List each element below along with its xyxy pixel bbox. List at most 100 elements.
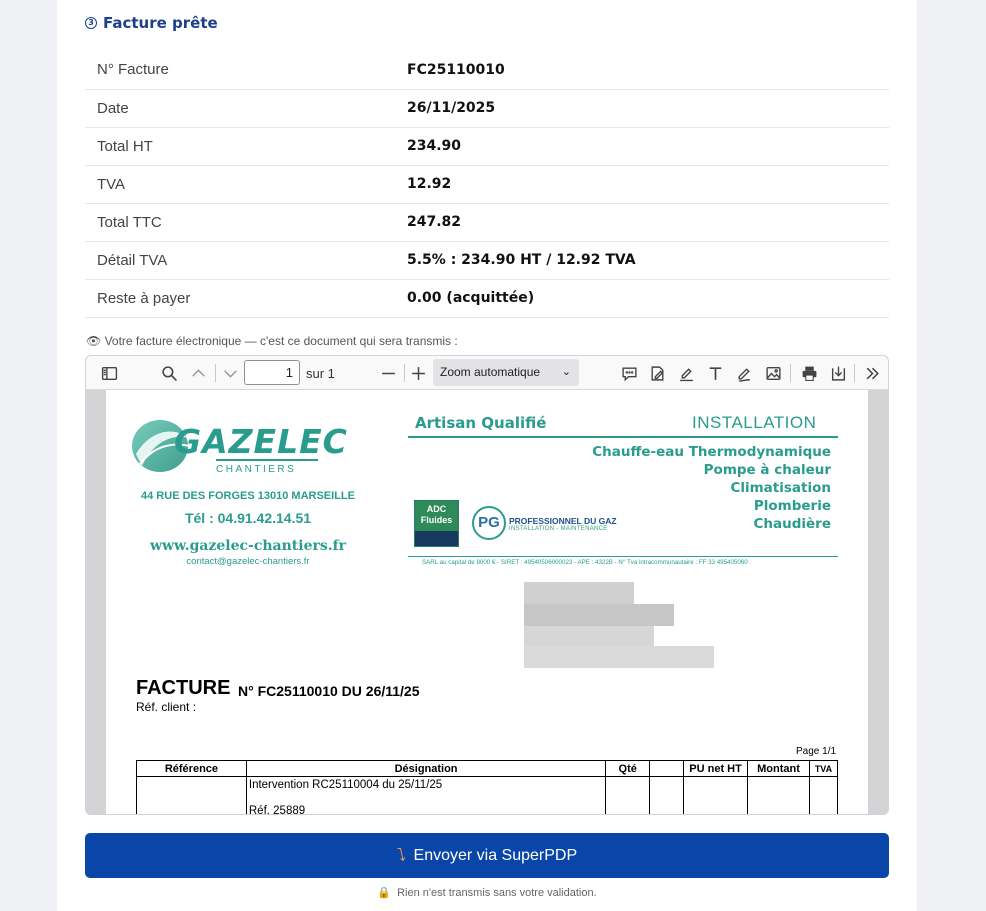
service-item: Plomberie bbox=[753, 498, 831, 514]
search-icon[interactable] bbox=[158, 361, 180, 385]
invoice-title: FACTURE bbox=[136, 677, 231, 699]
row-value: FC25110010 bbox=[407, 51, 889, 90]
toolbar-divider bbox=[404, 364, 405, 382]
sign-icon[interactable] bbox=[645, 361, 669, 385]
text-tool-icon[interactable] bbox=[703, 361, 727, 385]
row-label: Total HT bbox=[85, 127, 407, 166]
notice-text: Rien n'est transmis sans votre validatio… bbox=[397, 887, 597, 899]
table-row: TVA 12.92 bbox=[85, 165, 889, 204]
company-email: contact@gazelec-chantiers.fr bbox=[186, 556, 310, 567]
legal-mentions: SARL au capital de 8000 € - SIRET : 4954… bbox=[422, 559, 748, 566]
installation-label: INSTALLATION bbox=[692, 413, 817, 432]
redacted-block bbox=[524, 582, 634, 604]
pdf-page: GAZELEC CHANTIERS 44 RUE DES FORGES 1301… bbox=[106, 390, 868, 815]
table-row: N° Facture FC25110010 bbox=[85, 51, 889, 90]
adc-fluides-logo: ADC Fluides bbox=[414, 500, 459, 547]
table-cell: Intervention RC25110004 du 25/11/25 Réf.… bbox=[245, 776, 607, 815]
line-reference: Réf. 25889 bbox=[248, 805, 306, 815]
validation-notice: 🔒 Rien n'est transmis sans votre validat… bbox=[0, 886, 974, 899]
professionnel-du-gaz-logo-icon: PG bbox=[472, 506, 506, 540]
row-value: 234.90 bbox=[407, 127, 889, 166]
row-label: TVA bbox=[85, 165, 407, 204]
table-cell bbox=[683, 776, 749, 814]
draw-icon[interactable] bbox=[732, 361, 756, 385]
step-badge: 3 bbox=[85, 17, 97, 29]
pg-label: PROFESSIONNEL DU GAZ bbox=[509, 516, 617, 526]
row-label: Date bbox=[85, 89, 407, 128]
company-phone: Tél : 04.91.42.14.51 bbox=[184, 510, 312, 526]
table-row: Intervention RC25110004 du 25/11/25 Réf.… bbox=[136, 776, 839, 815]
column-header: PU net HT bbox=[683, 760, 749, 777]
highlight-icon[interactable] bbox=[674, 361, 698, 385]
chevron-down-icon: ⌄ bbox=[561, 366, 571, 378]
table-cell bbox=[649, 776, 685, 814]
preview-label: 👁 Votre facture électronique — c'est ce … bbox=[86, 334, 458, 348]
page-number-input[interactable]: 1 bbox=[244, 360, 300, 385]
column-header: TVA bbox=[808, 760, 839, 777]
table-row: Total HT 234.90 bbox=[85, 127, 889, 166]
legal-divider bbox=[408, 556, 838, 557]
toolbar-divider bbox=[854, 364, 855, 382]
send-superpdp-button[interactable]: ⭝ Envoyer via SuperPDP bbox=[85, 833, 889, 878]
client-reference: Réf. client : bbox=[136, 700, 197, 714]
service-item: Pompe à chaleur bbox=[703, 462, 831, 478]
pdf-viewer: 1 sur 1 Zoom automatique ⌄ GAZELEC CHANT… bbox=[85, 355, 889, 815]
lightning-icon: ⭝ bbox=[396, 845, 406, 865]
previous-page-icon[interactable] bbox=[187, 361, 209, 385]
section-title-text: Facture prête bbox=[103, 14, 218, 32]
comment-icon[interactable] bbox=[617, 361, 641, 385]
column-header: Montant bbox=[747, 760, 810, 777]
print-icon[interactable] bbox=[797, 361, 821, 385]
column-header: Référence bbox=[136, 760, 247, 777]
qualification-badge-icon bbox=[415, 531, 458, 546]
zoom-select[interactable]: Zoom automatique ⌄ bbox=[433, 359, 579, 386]
invoice-number-line: N° FC25110010 DU 26/11/25 bbox=[238, 683, 420, 699]
zoom-select-value: Zoom automatique bbox=[440, 365, 541, 379]
row-value: 247.82 bbox=[407, 203, 889, 242]
image-icon[interactable] bbox=[761, 361, 785, 385]
row-label: N° Facture bbox=[85, 51, 407, 90]
header-divider bbox=[408, 436, 838, 438]
redacted-block bbox=[524, 604, 674, 626]
table-row: Détail TVA 5.5% : 234.90 HT / 12.92 TVA bbox=[85, 241, 889, 280]
zoom-in-icon[interactable] bbox=[407, 361, 429, 385]
pdf-toolbar: 1 sur 1 Zoom automatique ⌄ bbox=[86, 356, 888, 390]
service-item: Chauffe-eau Thermodynamique bbox=[592, 444, 831, 460]
page-count: Page 1/1 bbox=[796, 746, 837, 757]
table-cell bbox=[747, 776, 810, 814]
section-title: 3 Facture prête bbox=[85, 14, 218, 32]
table-row: Total TTC 247.82 bbox=[85, 203, 889, 242]
row-value: 0.00 (acquittée) bbox=[407, 279, 889, 318]
row-label: Total TTC bbox=[85, 203, 407, 242]
table-cell bbox=[136, 776, 247, 814]
more-tools-icon[interactable] bbox=[861, 361, 883, 385]
download-icon[interactable] bbox=[826, 361, 850, 385]
next-page-icon[interactable] bbox=[219, 361, 241, 385]
lock-icon: 🔒 bbox=[377, 887, 392, 899]
row-value: 12.92 bbox=[407, 165, 889, 204]
row-label: Détail TVA bbox=[85, 241, 407, 280]
line-designation: Intervention RC25110004 du 25/11/25 bbox=[248, 779, 443, 791]
send-button-label: Envoyer via SuperPDP bbox=[413, 846, 578, 864]
artisan-label: Artisan Qualifié bbox=[415, 414, 547, 432]
table-cell bbox=[605, 776, 651, 814]
company-logo-subtitle: CHANTIERS bbox=[216, 464, 297, 475]
page-total-label: sur 1 bbox=[306, 366, 335, 381]
adc-logo-label: ADC Fluides bbox=[415, 501, 458, 531]
zoom-out-icon[interactable] bbox=[377, 361, 399, 385]
table-header-row: Référence Désignation Qté PU net HT Mont… bbox=[136, 760, 839, 777]
invoice-lines-table: Référence Désignation Qté PU net HT Mont… bbox=[136, 760, 839, 815]
table-row: Date 26/11/2025 bbox=[85, 89, 889, 128]
redacted-block bbox=[524, 646, 714, 668]
table-row: Reste à payer 0.00 (acquittée) bbox=[85, 279, 889, 318]
column-header: Qté bbox=[605, 760, 651, 777]
column-header bbox=[649, 760, 685, 777]
toolbar-divider bbox=[790, 364, 791, 382]
row-label: Reste à payer bbox=[85, 279, 407, 318]
logo-underline bbox=[216, 459, 318, 461]
column-header: Désignation bbox=[245, 760, 607, 777]
redacted-block bbox=[524, 626, 654, 646]
sidebar-toggle-icon[interactable] bbox=[98, 361, 120, 385]
toolbar-divider bbox=[215, 364, 216, 382]
company-address: 44 RUE DES FORGES 13010 MARSEILLE bbox=[141, 490, 355, 502]
